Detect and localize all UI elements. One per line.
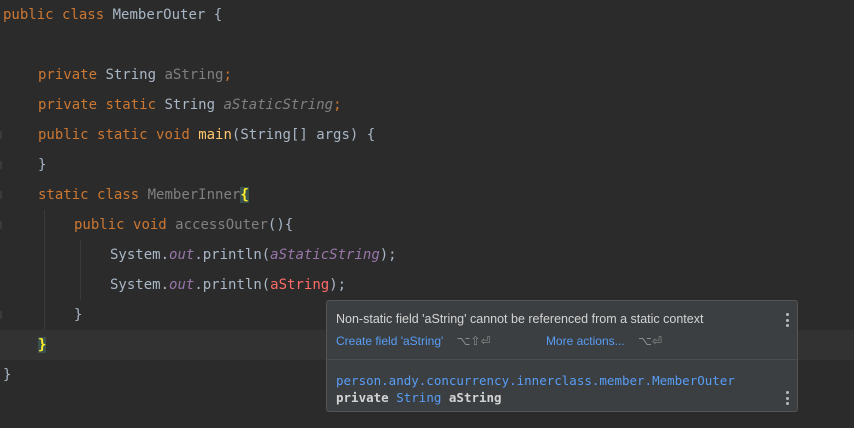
create-field-shortcut: ⌥⇧⏎ xyxy=(456,334,491,348)
type-name: String xyxy=(164,97,216,113)
call-end: ); xyxy=(379,247,397,263)
error-tooltip-popup: Non-static field 'aString' cannot be ref… xyxy=(326,300,798,412)
keyword: static xyxy=(38,187,89,203)
keyword: public xyxy=(3,7,54,23)
more-actions-shortcut: ⌥⏎ xyxy=(637,334,662,348)
code-line-6[interactable]: } xyxy=(0,150,854,180)
system-class: System. xyxy=(110,277,170,293)
code-line-7[interactable]: static class MemberInner{ xyxy=(0,180,854,210)
out-field: out xyxy=(169,247,195,263)
keyword: static xyxy=(105,97,157,113)
parameters: (String[] args) { xyxy=(231,127,376,143)
method-name: accessOuter xyxy=(175,217,268,233)
code-line-10[interactable]: System.out.println(aString); xyxy=(0,270,854,300)
closing-brace: } xyxy=(3,367,12,383)
code-line-8[interactable]: public void accessOuter(){ xyxy=(0,210,854,240)
println-call: .println( xyxy=(194,247,271,263)
modifier: private xyxy=(336,390,389,405)
popup-divider xyxy=(327,359,797,360)
method-name: main xyxy=(198,127,232,143)
error-message: Non-static field 'aString' cannot be ref… xyxy=(336,312,704,326)
field-declaration: person.andy.concurrency.innerclass.membe… xyxy=(336,372,735,406)
matched-brace: } xyxy=(38,337,47,353)
code-line-4[interactable]: private static String aStaticString; xyxy=(0,90,854,120)
method-signature-rest: (){ xyxy=(267,217,294,233)
println-call: .println( xyxy=(194,277,271,293)
keyword: void xyxy=(156,127,190,143)
class-name: MemberInner xyxy=(147,187,241,203)
code-line-3[interactable]: private String aString; xyxy=(0,60,854,90)
more-options-icon[interactable] xyxy=(785,391,789,405)
more-actions-link[interactable]: More actions... xyxy=(546,334,625,348)
keyword: public xyxy=(74,217,125,233)
keyword: class xyxy=(62,7,105,23)
type-link[interactable]: String xyxy=(396,390,441,405)
closing-brace: } xyxy=(38,157,47,173)
static-field-reference: aStaticString xyxy=(270,247,380,263)
field-name: aString xyxy=(448,390,502,405)
code-editor[interactable]: public class MemberOuter { private Strin… xyxy=(0,0,854,428)
keyword: void xyxy=(133,217,167,233)
keyword: private xyxy=(38,67,98,83)
keyword: class xyxy=(97,187,140,203)
keyword: public xyxy=(38,127,89,143)
keyword: static xyxy=(97,127,148,143)
code-line-5[interactable]: public static void main(String[] args) { xyxy=(0,120,854,150)
error-field-reference[interactable]: aString xyxy=(270,277,329,293)
brace: { xyxy=(213,7,223,23)
static-field-name: aStaticString xyxy=(223,97,334,113)
type-name: String xyxy=(105,67,157,83)
out-field: out xyxy=(169,277,195,293)
call-end: ); xyxy=(329,277,347,293)
semicolon: ; xyxy=(333,97,342,113)
closing-brace: } xyxy=(74,307,83,323)
code-line-9[interactable]: System.out.println(aStaticString); xyxy=(0,240,854,270)
keyword: private xyxy=(38,97,98,113)
system-class: System. xyxy=(110,247,170,263)
matched-brace: { xyxy=(240,187,249,203)
more-options-icon[interactable] xyxy=(785,313,789,327)
class-name: MemberOuter xyxy=(112,7,206,23)
create-field-link[interactable]: Create field 'aString' xyxy=(336,334,443,348)
code-line-1[interactable]: public class MemberOuter { xyxy=(0,0,854,30)
semicolon: ; xyxy=(223,67,232,83)
declaring-class-link[interactable]: person.andy.concurrency.innerclass.membe… xyxy=(336,373,735,388)
field-name: aString xyxy=(164,67,224,83)
